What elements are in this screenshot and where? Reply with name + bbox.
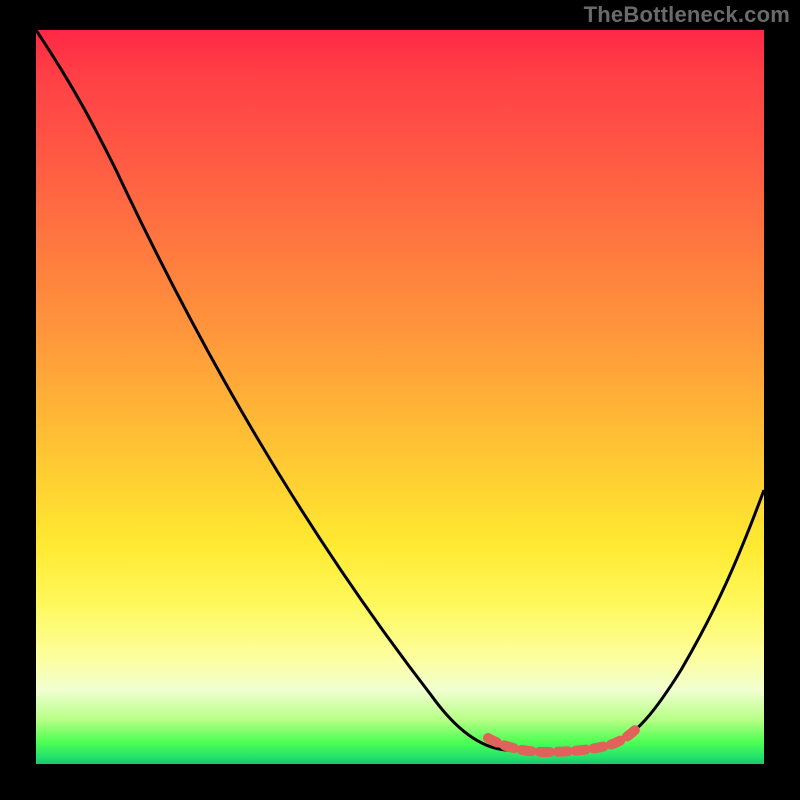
valley-marker (488, 729, 636, 752)
chart-container: TheBottleneck.com (0, 0, 800, 800)
bottleneck-curve (36, 30, 764, 751)
plot-area (36, 30, 764, 764)
watermark-text: TheBottleneck.com (584, 2, 790, 28)
curve-svg (36, 30, 764, 764)
